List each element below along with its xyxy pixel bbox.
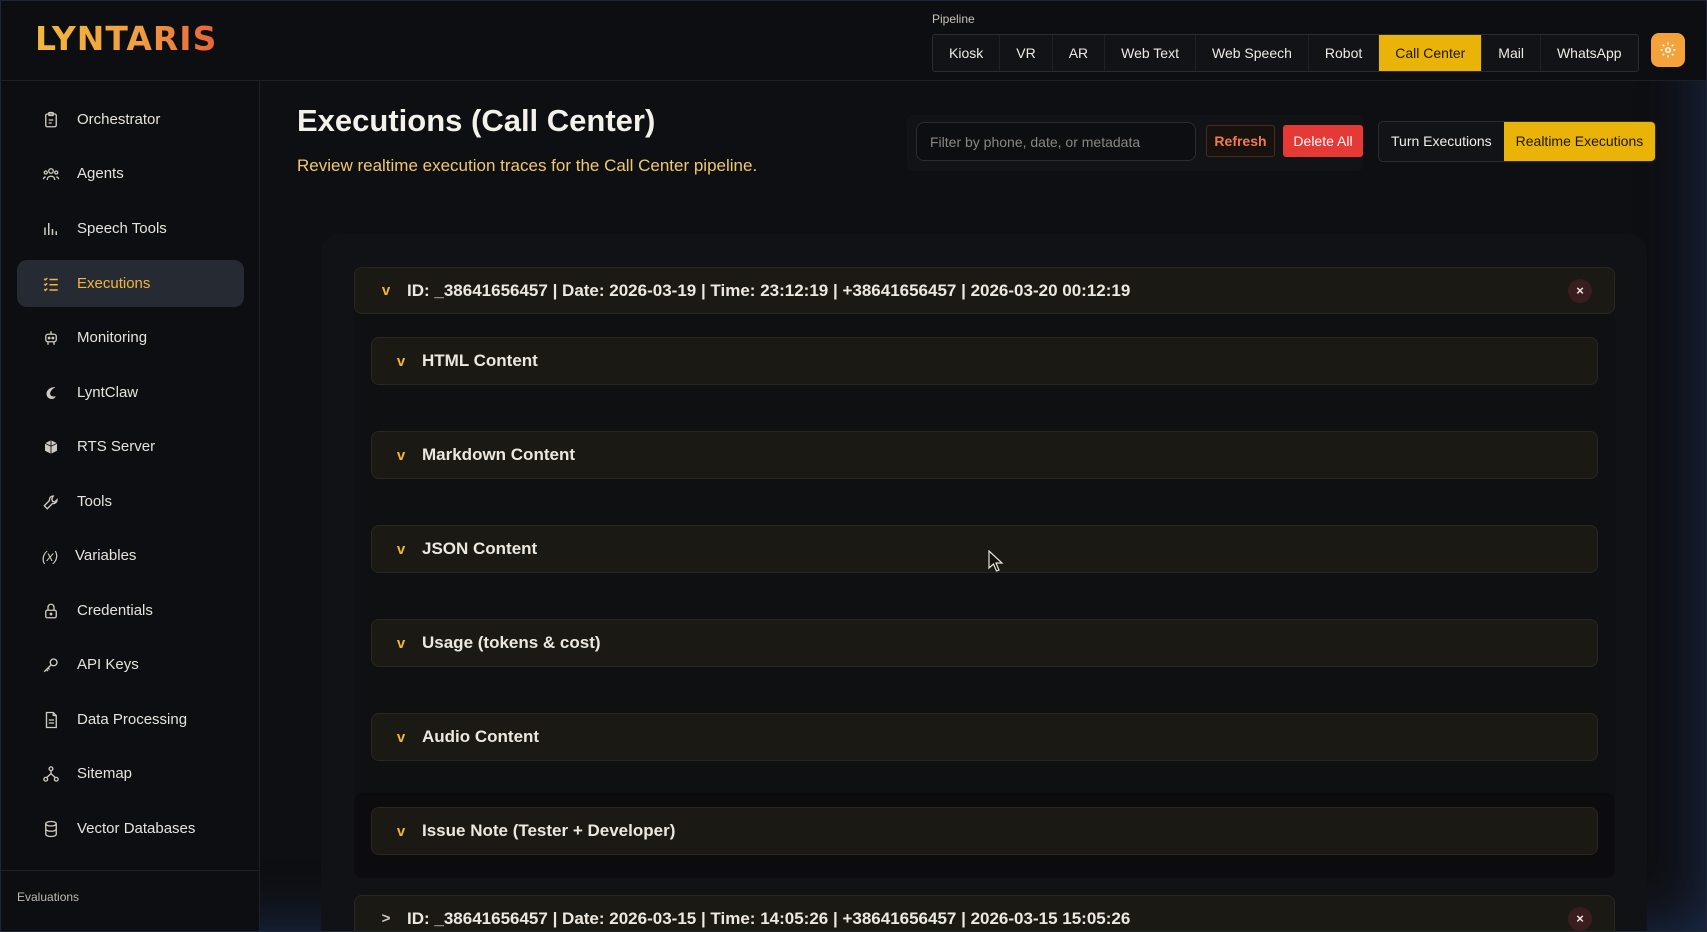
users-icon [41, 164, 61, 184]
chevron-down-icon: v [396, 540, 406, 558]
execution-title: ID: _38641656457 | Date: 2026-03-15 | Ti… [407, 908, 1131, 928]
section-usage[interactable]: v Usage (tokens & cost) [371, 619, 1598, 667]
tab-mail[interactable]: Mail [1482, 35, 1541, 71]
chevron-down-icon: v [381, 282, 391, 299]
sidebar-item-speech-tools[interactable]: Speech Tools [17, 205, 244, 252]
sidebar-item-label: Tools [77, 493, 113, 510]
list-check-icon [41, 274, 61, 294]
clipboard-icon [41, 110, 61, 130]
sidebar-item-orchestrator[interactable]: Orchestrator [17, 96, 244, 143]
sidebar-item-label: Vector Databases [77, 820, 196, 837]
settings-button[interactable] [1651, 33, 1685, 67]
execution-header[interactable]: v ID: _38641656457 | Date: 2026-03-19 | … [354, 267, 1615, 314]
sidebar-item-label: Monitoring [77, 329, 148, 346]
database-icon [41, 819, 61, 839]
section-audio-content[interactable]: v Audio Content [371, 713, 1598, 761]
document-icon [41, 710, 61, 730]
sidebar-item-sitemap[interactable]: Sitemap [17, 750, 244, 797]
sidebar-item-api-keys[interactable]: API Keys [17, 641, 244, 688]
section-title: JSON Content [422, 539, 538, 558]
claw-icon [41, 383, 61, 403]
server-icon [41, 437, 61, 457]
sidebar-item-data-processing[interactable]: Data Processing [17, 696, 244, 743]
bar-chart-icon [41, 219, 61, 239]
tab-vr[interactable]: VR [1000, 35, 1053, 71]
sidebar-item-label: Data Processing [77, 711, 188, 728]
sidebar-item-label: Executions [77, 275, 151, 292]
section-title: Usage (tokens & cost) [422, 633, 601, 652]
section-json-content[interactable]: v JSON Content [371, 525, 1598, 573]
tab-web-speech[interactable]: Web Speech [1196, 35, 1309, 71]
sidebar-item-lyntclaw[interactable]: LyntClaw [17, 369, 244, 416]
gear-icon [1660, 42, 1676, 58]
tab-whatsapp[interactable]: WhatsApp [1541, 35, 1638, 71]
tab-realtime-executions[interactable]: Realtime Executions [1503, 122, 1656, 161]
sidebar-item-monitoring[interactable]: Monitoring [17, 314, 244, 361]
sidebar-item-agents[interactable]: Agents [17, 150, 244, 197]
refresh-button[interactable]: Refresh [1206, 125, 1275, 157]
sidebar-item-executions[interactable]: Executions [17, 260, 244, 307]
close-execution-button[interactable]: × [1568, 279, 1592, 303]
tab-turn-executions[interactable]: Turn Executions [1379, 122, 1504, 161]
pipeline-tabs: Kiosk VR AR Web Text Web Speech Robot Ca… [932, 34, 1639, 72]
sidebar-item-credentials[interactable]: Credentials [17, 587, 244, 634]
robot-icon [41, 328, 61, 348]
section-title: Audio Content [422, 727, 540, 746]
app-window: LYNTARIS Pipeline Kiosk VR AR Web Text W… [0, 0, 1707, 932]
sidebar-item-variables[interactable]: (x) Variables [17, 532, 244, 579]
page-title: Executions (Call Center) [297, 103, 656, 138]
lock-icon [41, 601, 61, 621]
sidebar-item-tools[interactable]: Tools [17, 478, 244, 525]
close-execution-button[interactable]: × [1568, 907, 1592, 931]
tab-call-center[interactable]: Call Center [1379, 35, 1483, 71]
chevron-down-icon: v [396, 446, 406, 464]
wrench-icon [41, 492, 61, 512]
tab-ar[interactable]: AR [1053, 35, 1106, 71]
sidebar-item-label: Orchestrator [77, 111, 161, 128]
section-label-evaluations: Evaluations [17, 890, 80, 904]
chevron-down-icon: v [396, 634, 406, 652]
sidebar-item-label: Variables [75, 547, 137, 564]
mouse-cursor-icon [988, 550, 1004, 572]
sidebar-item-label: Credentials [77, 602, 153, 619]
execution-title: ID: _38641656457 | Date: 2026-03-19 | Ti… [407, 280, 1131, 300]
sidebar-item-label: API Keys [77, 656, 139, 673]
sidebar-item-label: Agents [77, 165, 124, 182]
chevron-down-icon: v [396, 728, 406, 746]
sidebar-item-rts-server[interactable]: RTS Server [17, 423, 244, 470]
chevron-down-icon: v [396, 352, 406, 370]
tab-kiosk[interactable]: Kiosk [933, 35, 1001, 71]
tab-robot[interactable]: Robot [1309, 35, 1380, 71]
section-html-content[interactable]: v HTML Content [371, 337, 1598, 385]
sitemap-icon [41, 764, 61, 784]
section-issue-note[interactable]: v Issue Note (Tester + Developer) [371, 807, 1598, 855]
variable-icon: (x) [41, 547, 59, 564]
section-title: HTML Content [422, 351, 538, 370]
top-bar: LYNTARIS Pipeline Kiosk VR AR Web Text W… [1, 1, 1706, 81]
sidebar-item-vector-databases[interactable]: Vector Databases [17, 805, 244, 852]
page-subtitle: Review realtime execution traces for the… [297, 156, 758, 175]
chevron-down-icon: v [396, 822, 406, 840]
delete-all-button[interactable]: Delete All [1283, 125, 1363, 157]
execution-mode-tabs: Turn Executions Realtime Executions [1378, 121, 1657, 162]
logo: LYNTARIS [35, 19, 218, 58]
tab-web-text[interactable]: Web Text [1105, 35, 1196, 71]
sidebar-item-label: RTS Server [77, 438, 156, 455]
pipeline-label: Pipeline [932, 12, 975, 26]
execution-header[interactable]: > ID: _38641656457 | Date: 2026-03-15 | … [354, 895, 1615, 931]
section-markdown-content[interactable]: v Markdown Content [371, 431, 1598, 479]
section-title: Issue Note (Tester + Developer) [422, 821, 676, 840]
sidebar-divider [1, 870, 260, 871]
section-title: Markdown Content [422, 445, 575, 464]
filter-input[interactable] [916, 122, 1196, 161]
sidebar-item-label: LyntClaw [77, 384, 139, 401]
sidebar-item-label: Sitemap [77, 765, 133, 782]
key-icon [41, 655, 61, 675]
chevron-right-icon: > [381, 910, 391, 927]
sidebar-item-label: Speech Tools [77, 220, 167, 237]
sidebar: Orchestrator Agents Speech Tools Executi… [1, 81, 260, 931]
